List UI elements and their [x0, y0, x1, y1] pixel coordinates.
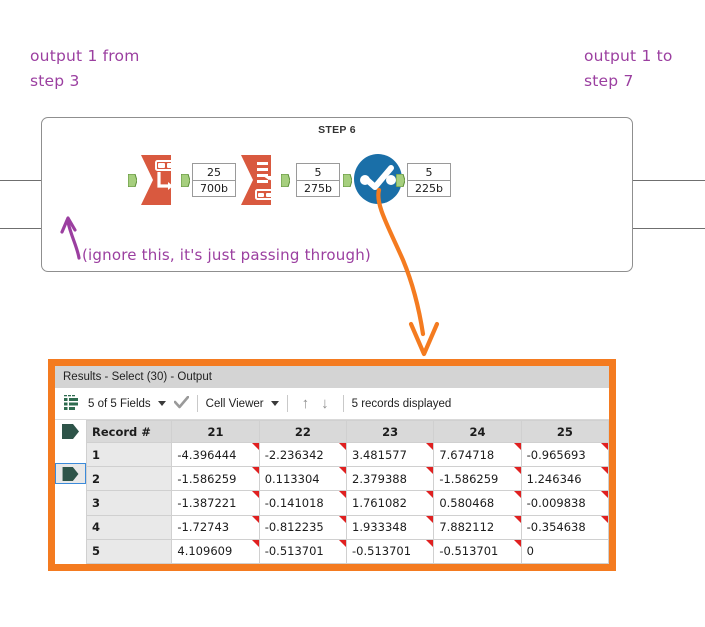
column-header-22[interactable]: 22	[258, 420, 348, 443]
cell-value[interactable]: 0.113304	[258, 466, 348, 492]
table-row[interactable]: 3 -1.387221 -0.141018 1.761082 0.580468 -0.00…	[85, 490, 609, 516]
results-title: Results - Select (30) - Output	[63, 371, 212, 383]
results-title-bar: Results - Select (30) - Output	[55, 366, 609, 388]
sort-ascending-icon[interactable]: ↑	[296, 395, 316, 412]
gutter-row-2-selected[interactable]	[55, 463, 86, 484]
cell-value[interactable]: -0.812235	[258, 514, 348, 540]
step-6-title: STEP 6	[318, 124, 356, 136]
cell-record-number: 1	[85, 441, 173, 468]
column-header-21[interactable]: 21	[171, 420, 260, 443]
gutter-row-1[interactable]	[55, 442, 86, 463]
cell-value[interactable]: -2.236342	[258, 441, 348, 468]
viewer-selector[interactable]: Cell Viewer	[206, 398, 279, 410]
record-badge-1-count: 25	[193, 166, 235, 181]
cell-value[interactable]: 3.481577	[346, 441, 435, 468]
record-badge-3-size: 225b	[415, 181, 443, 195]
column-header-record[interactable]: Record #	[85, 420, 173, 443]
record-badge-2: 5 275b	[296, 163, 340, 197]
cell-value[interactable]: -1.586259	[433, 466, 522, 492]
cell-value[interactable]: 0.580468	[433, 490, 522, 516]
cell-value[interactable]: 7.674718	[433, 441, 522, 468]
record-badge-3: 5 225b	[407, 163, 451, 197]
column-header-24[interactable]: 24	[433, 420, 522, 443]
chevron-down-icon-2[interactable]	[270, 401, 279, 406]
cell-record-number: 4	[85, 514, 173, 540]
cell-value[interactable]: 1.933348	[346, 514, 435, 540]
cell-value[interactable]: 2.379388	[346, 466, 435, 492]
gutter-row-4[interactable]	[55, 505, 86, 526]
annotation-ignore-passthrough: (ignore this, it's just passing through)	[82, 246, 371, 264]
record-badge-1: 25 700b	[192, 163, 236, 197]
cell-value[interactable]: -0.513701	[346, 538, 435, 564]
table-row[interactable]: 5 4.109609 -0.513701 -0.513701 -0.513701 0	[85, 538, 609, 564]
table-row[interactable]: 4 -1.72743 -0.812235 1.933348 7.882112 -0.354…	[85, 514, 609, 540]
viewer-label: Cell Viewer	[205, 397, 264, 410]
column-header-23[interactable]: 23	[346, 420, 435, 443]
table-header-row: Record # 21 22 23 24 25	[85, 420, 609, 443]
table-row[interactable]: 2 -1.586259 0.113304 2.379388 -1.586259 1.246…	[85, 466, 609, 492]
cell-value[interactable]: -1.72743	[171, 514, 260, 540]
cell-value[interactable]: -0.009838	[520, 490, 609, 516]
gutter-header-flag-icon	[55, 420, 86, 442]
cell-value[interactable]: -1.586259	[171, 466, 260, 492]
cell-value[interactable]: -0.141018	[258, 490, 348, 516]
connector-nub-out-1	[181, 174, 190, 187]
results-grid-wrapper: Record # 21 22 23 24 25 1 -4.396444 -2.236…	[55, 420, 609, 564]
results-row-gutter	[55, 420, 86, 564]
record-badge-1-size: 700b	[200, 181, 228, 195]
cell-value[interactable]: -0.513701	[433, 538, 522, 564]
record-badge-3-count: 5	[408, 166, 450, 181]
annotation-output-to-step7: output 1 to step 7	[584, 47, 673, 90]
cell-value[interactable]: 4.109609	[171, 538, 260, 564]
connector-nub-in-1	[128, 174, 137, 187]
cell-record-number: 3	[85, 490, 173, 516]
chevron-down-icon[interactable]	[157, 401, 166, 406]
record-badge-2-count: 5	[297, 166, 339, 181]
connector-nub-out-3	[396, 174, 405, 187]
fields-selector[interactable]: 5 of 5 Fields	[88, 395, 189, 412]
connector-nub-in-3	[343, 174, 352, 187]
cell-value[interactable]: -0.965693	[520, 441, 609, 468]
cell-value[interactable]: 0	[520, 538, 609, 564]
connector-nub-out-2	[281, 174, 290, 187]
cell-value[interactable]: 7.882112	[433, 514, 522, 540]
cell-value[interactable]: 1.761082	[346, 490, 435, 516]
column-header-25[interactable]: 25	[520, 420, 609, 443]
cell-value[interactable]: -0.354638	[520, 514, 609, 540]
grid-menu-icon[interactable]	[64, 394, 79, 413]
results-panel: Results - Select (30) - Output 5 of 5 Fi…	[55, 366, 609, 564]
cell-value[interactable]: -1.387221	[171, 490, 260, 516]
cell-value[interactable]: 1.246346	[520, 466, 609, 492]
cell-record-number: 2	[85, 466, 173, 492]
gutter-row-5[interactable]	[55, 526, 86, 547]
results-toolbar: 5 of 5 Fields Cell Viewer ↑ ↓ 5 records …	[55, 388, 609, 420]
annotation-output-from-step3: output 1 from step 3	[30, 47, 140, 90]
record-badge-2-size: 275b	[304, 181, 332, 195]
fields-label: 5 of 5 Fields	[88, 397, 151, 410]
cell-value[interactable]: -0.513701	[258, 538, 348, 564]
cell-record-number: 5	[85, 538, 173, 564]
cell-value[interactable]: -4.396444	[171, 441, 260, 468]
checkmark-icon[interactable]	[173, 395, 189, 412]
toolbar-divider-3	[342, 395, 344, 412]
records-displayed-label: 5 records displayed	[351, 397, 452, 410]
gutter-row-3[interactable]	[55, 484, 86, 505]
results-panel-highlight: Results - Select (30) - Output 5 of 5 Fi…	[48, 359, 616, 571]
table-row[interactable]: 1 -4.396444 -2.236342 3.481577 7.674718 -0.96…	[85, 441, 609, 468]
toolbar-divider-2	[286, 395, 288, 412]
results-table: Record # 21 22 23 24 25 1 -4.396444 -2.236…	[85, 420, 609, 564]
sort-descending-icon[interactable]: ↓	[315, 395, 335, 412]
toolbar-divider	[196, 395, 198, 412]
